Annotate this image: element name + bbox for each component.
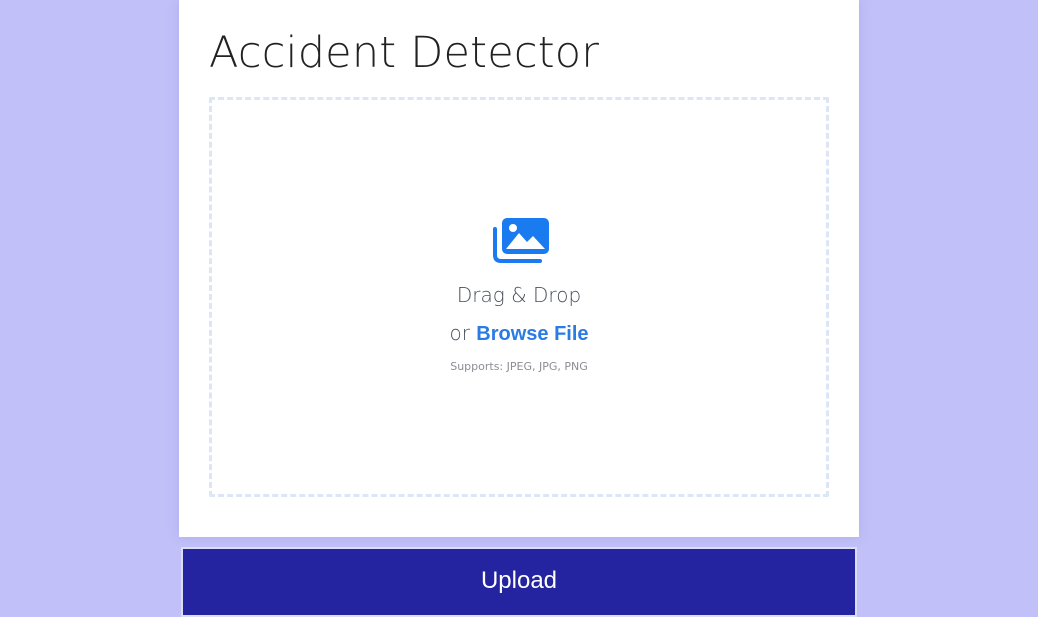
drag-drop-text: Drag & Drop [456,283,582,307]
browse-line: or Browse File [212,321,826,346]
or-text: or [449,321,470,345]
supported-formats-text: Supports: JPEG, JPG, PNG [450,360,588,373]
upload-card: Accident Detector Drag & Drop or Browse … [179,0,859,537]
drop-zone[interactable]: Drag & Drop or Browse File Supports: JPE… [209,97,829,497]
page-title: Accident Detector [209,28,600,78]
image-gallery-icon [493,218,549,263]
upload-button[interactable]: Upload [181,547,857,617]
browse-file-link[interactable]: Browse File [476,323,588,345]
